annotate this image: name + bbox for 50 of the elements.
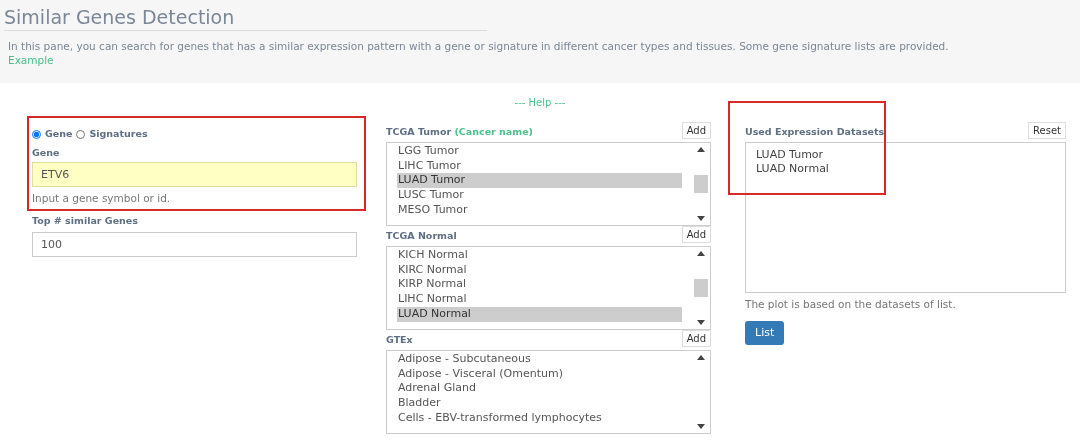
top-genes-input[interactable]: 100 <box>32 232 357 258</box>
datasets-textarea[interactable]: LUAD Tumor LUAD Normal <box>745 142 1066 293</box>
add-button[interactable]: Add <box>681 122 711 139</box>
scroll-down-icon[interactable] <box>697 216 705 221</box>
note-text: The plot is based on the datasets of list. <box>745 297 957 312</box>
list-option[interactable]: Cells - EBV-transformed lymphocytes <box>397 410 682 426</box>
radio-button[interactable] <box>76 130 86 139</box>
list-button[interactable]: List <box>745 320 785 345</box>
description-text: In this pane, you can search for genes that has a similar expression pattern with a gene or signature in different cancer types and tissues. Some gene signature lists are provided. <box>7 39 950 53</box>
list-option[interactable]: LUSC Tumor <box>397 188 682 203</box>
list-option[interactable]: Bladder <box>397 396 682 411</box>
list-option[interactable]: Adipose - Subcutaneous <box>397 352 682 367</box>
list-option[interactable]: Adrenal Gland <box>397 381 682 397</box>
dataset-listbox[interactable]: Adipose - Subcutaneous Adipose - Visceral (Omentum) Adrenal Gland Bladder Cells - EBV-transformed lymphocytes <box>386 350 711 434</box>
list-option[interactable]: LIHC Tumor <box>397 158 682 174</box>
scrollbar-thumb[interactable] <box>694 279 708 297</box>
list-option[interactable]: Adipose - Visceral (Omentum) <box>397 366 682 382</box>
dataset-entry: LUAD Tumor <box>756 148 825 162</box>
gene-input[interactable]: ETV6 <box>32 162 357 188</box>
page-title: Similar Genes Detection <box>4 5 235 30</box>
add-button[interactable]: Add <box>681 330 711 347</box>
list-option[interactable]: KICH Normal <box>397 248 682 263</box>
field-label: Gene <box>32 146 61 160</box>
section-title: Used Expression Datasets <box>745 124 885 139</box>
section-title: TCGA Tumor (Cancer name) <box>386 124 533 139</box>
section-title: TCGA Normal <box>386 228 457 243</box>
add-button[interactable]: Add <box>681 226 711 243</box>
list-option[interactable]: LGG Tumor <box>397 144 682 159</box>
list-option[interactable]: LUAD Normal <box>397 306 682 322</box>
reset-button[interactable]: Reset <box>1028 122 1066 139</box>
radio-label[interactable]: Signatures <box>89 127 148 142</box>
radio-label[interactable]: Gene <box>45 127 73 142</box>
list-option[interactable]: KIRC Normal <box>397 262 682 278</box>
dataset-listbox[interactable]: LGG Tumor LIHC Tumor LUAD Tumor LUSC Tumor MESO Tumor <box>386 142 711 226</box>
list-option[interactable]: LIHC Normal <box>397 292 682 307</box>
scroll-up-icon[interactable] <box>697 251 705 256</box>
scrollbar-thumb[interactable] <box>694 175 708 193</box>
scroll-up-icon[interactable] <box>697 355 705 360</box>
field-label: Top # similar Genes <box>32 214 139 228</box>
section-title: GTEx <box>386 332 413 347</box>
scroll-up-icon[interactable] <box>697 147 705 152</box>
scroll-down-icon[interactable] <box>697 320 705 325</box>
scroll-down-icon[interactable] <box>697 424 705 429</box>
list-option[interactable]: KIRP Normal <box>397 277 682 293</box>
dataset-listbox[interactable]: KICH Normal KIRC Normal KIRP Normal LIHC Normal LUAD Normal <box>386 246 711 330</box>
dataset-entry: LUAD Normal <box>756 162 830 176</box>
list-option[interactable]: LUAD Tumor <box>397 173 682 189</box>
list-option[interactable]: MESO Tumor <box>397 202 682 218</box>
radio-button[interactable] <box>32 130 41 139</box>
hint-text: Input a gene symbol or id. <box>32 191 172 207</box>
